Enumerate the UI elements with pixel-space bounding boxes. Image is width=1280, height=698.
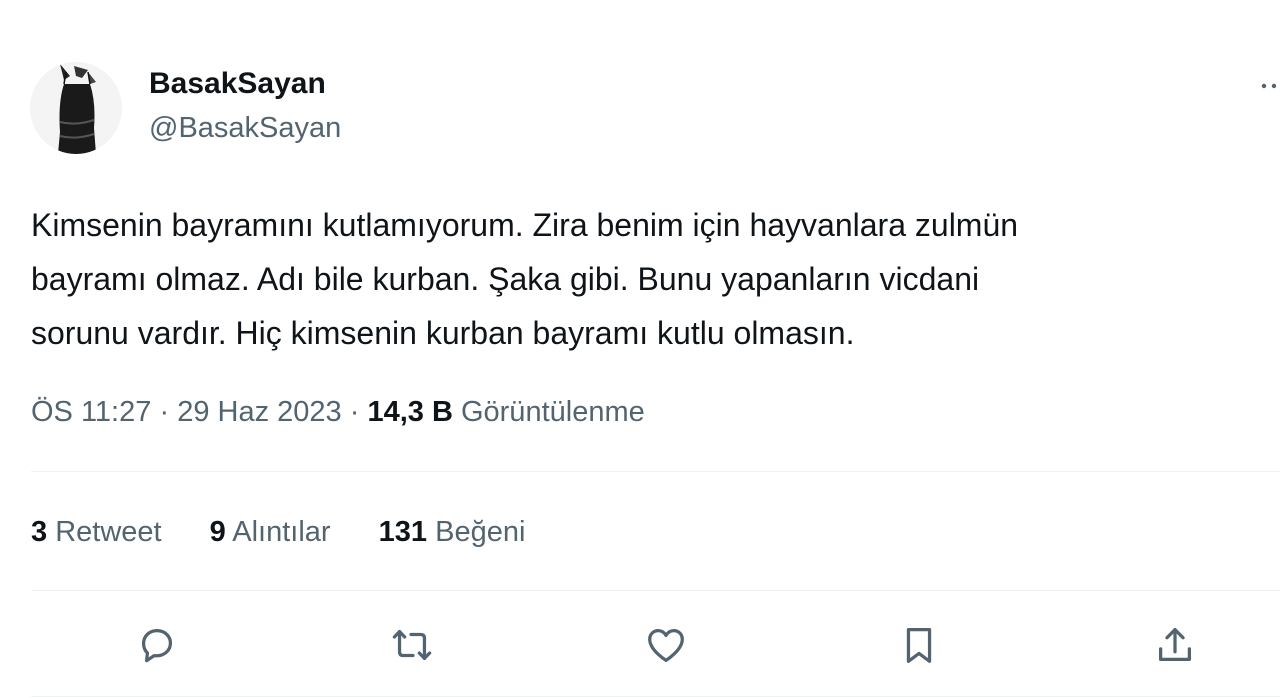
likes-label: Beğeni [435,516,526,548]
meta-separator: · [349,396,360,428]
tweet-line: bayramı olmaz. Adı bile kurban. Şaka gib… [31,261,980,297]
author-display-name[interactable]: BasakSayan [149,66,326,102]
avatar[interactable] [30,62,122,154]
views-label: Görüntülenme [460,396,645,428]
tweet-date[interactable]: 29 Haz 2023 [177,396,341,428]
retweet-icon [392,629,432,661]
author-handle[interactable]: @BasakSayan [149,110,341,146]
share-icon [1158,628,1192,662]
more-options-button[interactable] [1258,70,1280,100]
divider [31,696,1280,697]
tweet-text: Kimsenin bayramını kutlamıyorum. Zira be… [31,198,1261,360]
tweet-line: sorunu vardır. Hiç kimsenin kurban bayra… [31,315,855,351]
retweets-stat[interactable]: 3 Retweet [31,510,162,554]
share-button[interactable] [1152,622,1198,668]
bookmark-button[interactable] [896,622,942,668]
likes-count: 131 [378,516,428,548]
more-icon [1261,83,1277,89]
meta-separator: · [159,396,170,428]
retweets-count: 3 [31,516,48,548]
likes-stat[interactable]: 131 Beğeni [379,510,526,554]
bookmark-icon [906,628,932,663]
tweet-line: Kimsenin bayramını kutlamıyorum. Zira be… [31,207,1019,243]
quotes-count: 9 [209,516,226,548]
tweet-time[interactable]: ÖS 11:27 [31,396,151,428]
tweet-stats: 3 Retweet 9 Alıntılar 131 Beğeni [31,510,565,554]
retweet-button[interactable] [389,622,435,668]
quotes-label: Alıntılar [232,516,331,548]
like-button[interactable] [643,622,689,668]
divider [31,471,1280,472]
reply-icon [141,628,173,663]
quotes-stat[interactable]: 9 Alıntılar [210,510,331,554]
retweets-label: Retweet [55,516,162,548]
avatar-image [30,62,122,154]
tweet-meta: ÖS 11:27 · 29 Haz 2023 · 14,3 B Görüntül… [31,390,645,434]
reply-button[interactable] [134,622,180,668]
like-icon [648,628,684,662]
views-count: 14,3 B [367,396,453,428]
divider [31,590,1280,591]
